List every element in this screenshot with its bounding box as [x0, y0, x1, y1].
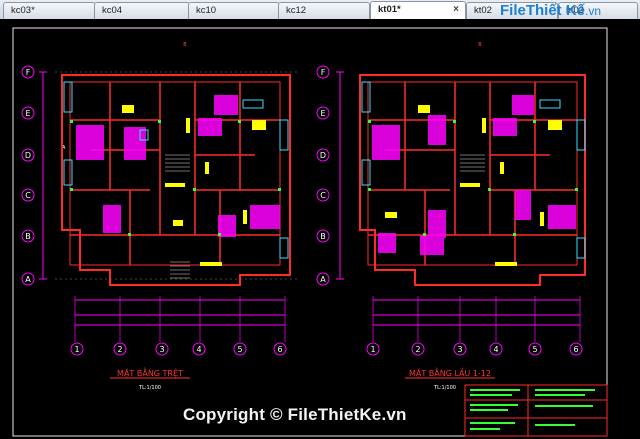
- column-axis-label: 3: [457, 345, 462, 354]
- row-axis-label: E: [320, 109, 325, 118]
- right-floor-plan: F E D C B A B 1 2 3 4 5 6 MẶT BẰNG LẦU 1…: [316, 42, 586, 391]
- row-axis-bubbles-left: F E D C B A: [21, 65, 35, 286]
- column-axis-label: 2: [415, 345, 420, 354]
- column-axis-bubbles-right: 1 2 3 4 5 6: [366, 342, 583, 356]
- column-axis-label: 5: [532, 345, 537, 354]
- tab-label: kt01*: [378, 4, 401, 15]
- drawing-canvas[interactable]: F E D C B A B A 1 2 3 4 5 6 MẶT BẰNG TRỆ…: [0, 19, 640, 439]
- column-axis-label: 5: [237, 345, 242, 354]
- row-axis-label: B: [25, 232, 31, 241]
- row-axis-label: F: [26, 68, 31, 77]
- row-axis-label: D: [25, 151, 31, 160]
- column-axis-label: 2: [117, 345, 122, 354]
- tab-kt01[interactable]: kt01* ×: [370, 1, 466, 20]
- row-axis-label: C: [25, 191, 31, 200]
- tab-label: kc12: [286, 5, 307, 16]
- tab-kc04[interactable]: kc04: [94, 2, 190, 19]
- left-floor-plan: F E D C B A B A 1 2 3 4 5 6 MẶT BẰNG TRỆ…: [21, 42, 300, 391]
- row-axis-bubbles-right: F E D C B A: [316, 65, 330, 286]
- tab-kc12[interactable]: kc12: [278, 2, 370, 19]
- column-axis-label: 1: [370, 345, 375, 354]
- column-axis-label: 6: [573, 345, 578, 354]
- logo-brand: File: [500, 2, 526, 19]
- tab-bar: kc03* kc04 kc10 kc12 kt01* × kt02 kt03 Fi…: [0, 0, 640, 20]
- tab-label: kt02: [474, 5, 492, 16]
- row-axis-label: E: [25, 109, 30, 118]
- column-axis-label: 4: [196, 345, 201, 354]
- watermark-logo: FileThiết Kế.vn: [500, 2, 602, 19]
- logo-name: Thiết Kế: [525, 2, 586, 19]
- top-marker: B: [478, 42, 482, 48]
- plan-scale: TL:1/100: [138, 385, 161, 391]
- cad-drawing: F E D C B A B A 1 2 3 4 5 6 MẶT BẰNG TRỆ…: [12, 27, 608, 437]
- tab-kc03[interactable]: kc03*: [3, 2, 96, 19]
- plan-scale: TL:1/100: [433, 385, 456, 391]
- close-icon[interactable]: ×: [453, 4, 459, 15]
- row-axis-label: F: [321, 68, 326, 77]
- column-axis-label: 1: [74, 345, 79, 354]
- drawing-frame: [12, 27, 608, 437]
- tab-label: kc04: [102, 5, 123, 16]
- copyright-watermark: Copyright © FileThietKe.vn: [183, 405, 407, 424]
- column-axis-label: 6: [277, 345, 282, 354]
- tab-label: kc10: [196, 5, 217, 16]
- plan-title: MẶT BẰNG TRỆT: [117, 366, 183, 379]
- title-block: [464, 384, 608, 437]
- row-axis-label: A: [25, 275, 31, 284]
- tab-kc10[interactable]: kc10: [188, 2, 280, 19]
- column-axis-label: 4: [493, 345, 498, 354]
- top-marker: B: [183, 42, 187, 48]
- row-axis-label: B: [320, 232, 326, 241]
- column-axis-bubbles-left: 1 2 3 4 5 6: [70, 342, 287, 356]
- row-axis-label: A: [320, 275, 326, 284]
- row-axis-label: C: [320, 191, 326, 200]
- tab-label: kc03*: [11, 5, 35, 16]
- plan-title: MẶT BẰNG LẦU 1-12: [409, 366, 491, 379]
- column-axis-label: 3: [159, 345, 164, 354]
- logo-tld: .vn: [585, 4, 602, 18]
- row-axis-label: D: [320, 151, 326, 160]
